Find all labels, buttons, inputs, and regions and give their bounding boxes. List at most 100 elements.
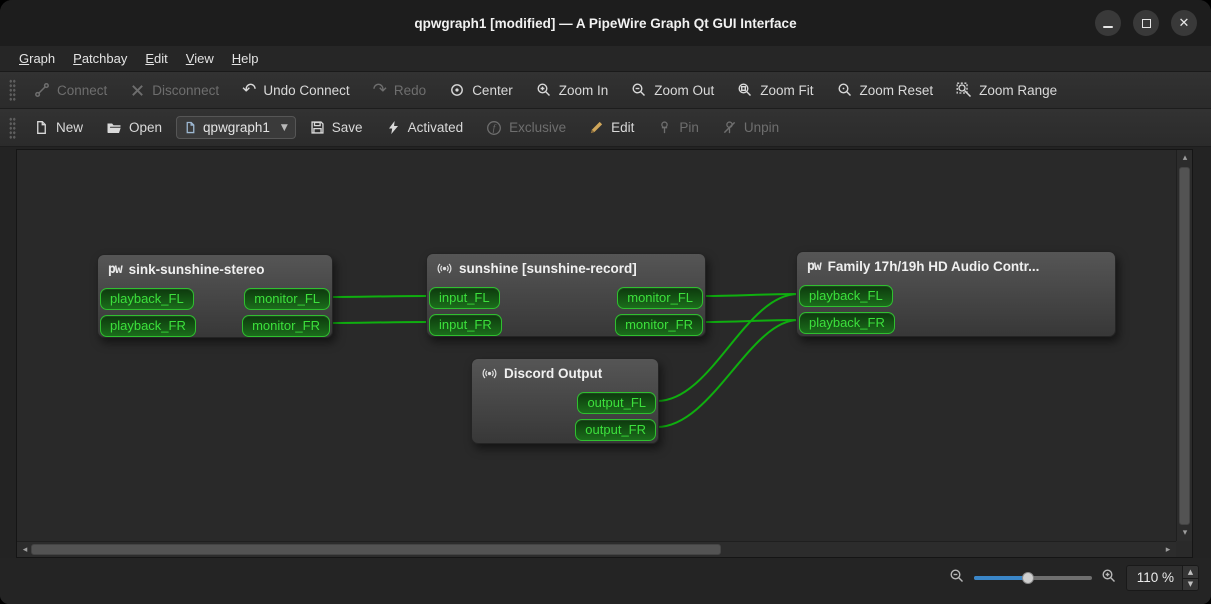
zoom-reset-icon bbox=[837, 82, 853, 98]
unpin-label: Unpin bbox=[744, 120, 779, 135]
connection-links bbox=[17, 150, 1176, 541]
node-header: pw Family 17h/19h HD Audio Contr... bbox=[797, 252, 1115, 277]
zoom-fit-button[interactable]: Zoom Fit bbox=[728, 77, 822, 103]
patchbay-file-icon bbox=[184, 121, 197, 134]
disconnect-button[interactable]: Disconnect bbox=[121, 78, 228, 103]
vertical-scrollbar[interactable]: ▴ ▾ bbox=[1176, 150, 1192, 541]
audio-record-icon bbox=[482, 366, 497, 381]
audio-record-icon bbox=[437, 261, 452, 276]
toolbar-grip-icon[interactable] bbox=[9, 117, 16, 139]
close-icon: ✕ bbox=[1179, 15, 1190, 31]
node-title: sink-sunshine-stereo bbox=[129, 262, 265, 277]
output-ports: monitor_FL monitor_FR bbox=[242, 288, 330, 337]
edit-button[interactable]: Edit bbox=[580, 115, 643, 140]
open-folder-icon bbox=[106, 120, 122, 136]
port-playback-fl[interactable]: playback_FL bbox=[799, 285, 893, 307]
minimize-button[interactable] bbox=[1095, 10, 1121, 36]
pipewire-icon: pw bbox=[807, 259, 821, 274]
node-title: Discord Output bbox=[504, 366, 602, 381]
zoom-range-icon bbox=[956, 82, 972, 98]
open-button[interactable]: Open bbox=[97, 115, 171, 141]
zoom-fit-icon bbox=[737, 82, 753, 98]
statusbar-zoom-out-button[interactable] bbox=[949, 568, 965, 589]
port-monitor-fr[interactable]: monitor_FR bbox=[615, 314, 703, 336]
maximize-button[interactable] bbox=[1133, 10, 1159, 36]
menu-view[interactable]: View bbox=[177, 48, 223, 69]
port-playback-fl[interactable]: playback_FL bbox=[100, 288, 194, 310]
menu-graph[interactable]: Graph bbox=[10, 48, 64, 69]
zoom-in-icon bbox=[1101, 568, 1117, 589]
pin-button[interactable]: Pin bbox=[648, 115, 708, 140]
spin-down-icon[interactable]: ▼ bbox=[1183, 578, 1198, 591]
port-input-fl[interactable]: input_FL bbox=[429, 287, 500, 309]
scroll-down-icon[interactable]: ▾ bbox=[1177, 525, 1193, 541]
node-family-hd-audio[interactable]: pw Family 17h/19h HD Audio Contr... play… bbox=[796, 251, 1116, 337]
disconnect-label: Disconnect bbox=[152, 83, 219, 98]
exclusive-button[interactable]: f Exclusive bbox=[477, 115, 575, 141]
zoom-slider[interactable] bbox=[974, 571, 1092, 585]
scroll-right-icon[interactable]: ▸ bbox=[1160, 542, 1176, 558]
unpin-button[interactable]: Unpin bbox=[713, 115, 788, 140]
connect-button[interactable]: Connect bbox=[25, 77, 116, 103]
zoom-range-label: Zoom Range bbox=[979, 83, 1057, 98]
activated-button[interactable]: Activated bbox=[377, 115, 473, 140]
node-header: Discord Output bbox=[472, 359, 658, 384]
edit-label: Edit bbox=[611, 120, 634, 135]
zoom-slider-handle[interactable] bbox=[1022, 572, 1034, 584]
port-playback-fr[interactable]: playback_FR bbox=[100, 315, 196, 337]
window-title: qpwgraph1 [modified] — A PipeWire Graph … bbox=[414, 16, 796, 31]
new-button[interactable]: New bbox=[25, 115, 92, 140]
menu-patchbay[interactable]: Patchbay bbox=[64, 48, 136, 69]
node-sink-sunshine-stereo[interactable]: pw sink-sunshine-stereo playback_FL play… bbox=[97, 254, 333, 338]
redo-icon: ↷ bbox=[373, 83, 387, 97]
port-monitor-fl[interactable]: monitor_FL bbox=[244, 288, 330, 310]
node-discord-output[interactable]: Discord Output output_FL output_FR bbox=[471, 358, 659, 444]
port-output-fl[interactable]: output_FL bbox=[577, 392, 656, 414]
port-monitor-fr[interactable]: monitor_FR bbox=[242, 315, 330, 337]
menu-help[interactable]: Help bbox=[223, 48, 268, 69]
zoom-in-button[interactable]: Zoom In bbox=[527, 77, 618, 103]
toolbar-grip-icon[interactable] bbox=[9, 79, 16, 101]
input-ports: playback_FL playback_FR bbox=[100, 288, 196, 337]
undo-connect-button[interactable]: ↶ Undo Connect bbox=[233, 78, 359, 103]
node-sunshine-record[interactable]: sunshine [sunshine-record] input_FL inpu… bbox=[426, 253, 706, 337]
zoom-spinbox[interactable]: 110 % ▲ ▼ bbox=[1126, 565, 1199, 591]
titlebar[interactable]: qpwgraph1 [modified] — A PipeWire Graph … bbox=[0, 0, 1211, 46]
graph-canvas-frame: pw sink-sunshine-stereo playback_FL play… bbox=[16, 149, 1193, 558]
new-label: New bbox=[56, 120, 83, 135]
port-input-fr[interactable]: input_FR bbox=[429, 314, 502, 336]
connect-icon bbox=[34, 82, 50, 98]
port-playback-fr[interactable]: playback_FR bbox=[799, 312, 895, 334]
zoom-out-label: Zoom Out bbox=[654, 83, 714, 98]
scroll-up-icon[interactable]: ▴ bbox=[1177, 150, 1193, 166]
horizontal-scroll-handle[interactable] bbox=[31, 544, 721, 555]
port-monitor-fl[interactable]: monitor_FL bbox=[617, 287, 703, 309]
center-icon bbox=[449, 82, 465, 98]
zoom-range-button[interactable]: Zoom Range bbox=[947, 77, 1066, 103]
statusbar-zoom-in-button[interactable] bbox=[1101, 568, 1117, 589]
center-label: Center bbox=[472, 83, 513, 98]
zoom-in-label: Zoom In bbox=[559, 83, 609, 98]
horizontal-scrollbar[interactable]: ◂ ▸ bbox=[17, 541, 1176, 557]
close-button[interactable]: ✕ bbox=[1171, 10, 1197, 36]
zoom-out-button[interactable]: Zoom Out bbox=[622, 77, 723, 103]
toolbar-graph: Connect Disconnect ↶ Undo Connect ↷ Redo… bbox=[0, 72, 1211, 109]
zoom-reset-button[interactable]: Zoom Reset bbox=[828, 77, 943, 103]
port-output-fr[interactable]: output_FR bbox=[575, 419, 656, 441]
patchbay-combo-value: qpwgraph1 bbox=[203, 120, 270, 135]
spin-up-icon[interactable]: ▲ bbox=[1183, 566, 1198, 578]
app-window: qpwgraph1 [modified] — A PipeWire Graph … bbox=[0, 0, 1211, 604]
node-header: pw sink-sunshine-stereo bbox=[98, 255, 332, 280]
graph-canvas[interactable]: pw sink-sunshine-stereo playback_FL play… bbox=[17, 150, 1176, 541]
menu-edit[interactable]: Edit bbox=[136, 48, 176, 69]
vertical-scroll-handle[interactable] bbox=[1179, 167, 1190, 525]
link-monitorFL-inputFL bbox=[331, 296, 428, 297]
output-ports: output_FL output_FR bbox=[575, 392, 656, 441]
minimize-icon bbox=[1103, 26, 1113, 28]
save-button[interactable]: Save bbox=[301, 115, 372, 140]
redo-button[interactable]: ↷ Redo bbox=[364, 78, 436, 103]
patchbay-combo[interactable]: qpwgraph1 ▼ bbox=[176, 116, 296, 139]
zoom-value[interactable]: 110 % bbox=[1127, 566, 1182, 590]
activated-bolt-icon bbox=[386, 120, 401, 135]
center-button[interactable]: Center bbox=[440, 77, 522, 103]
